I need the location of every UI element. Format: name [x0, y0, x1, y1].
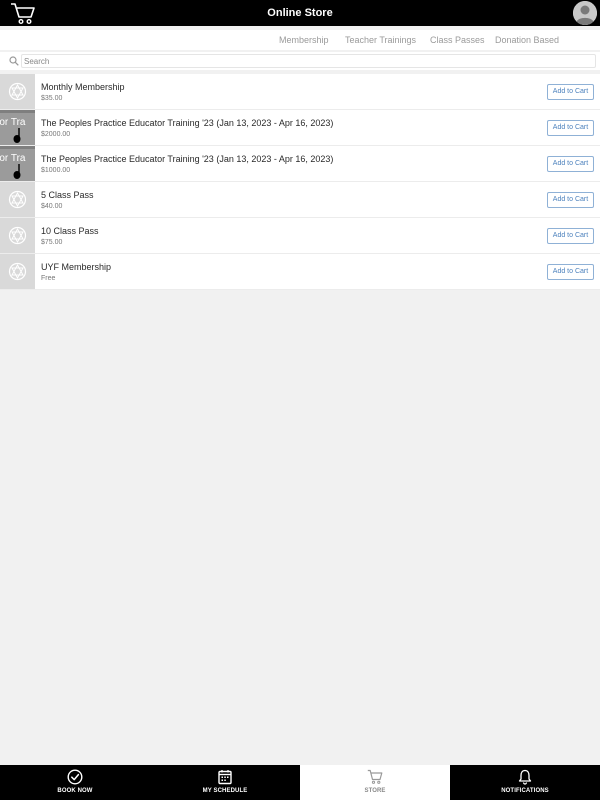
- cart-icon: [367, 769, 383, 784]
- add-to-cart-button[interactable]: Add to Cart: [547, 156, 594, 172]
- category-tabs: Membership Teacher Trainings Class Passe…: [0, 30, 600, 50]
- product-price: Free: [41, 275, 56, 282]
- product-price: $35.00: [41, 95, 63, 102]
- avatar[interactable]: [573, 1, 597, 25]
- product-price: $2000.00: [41, 131, 71, 138]
- search-icon: [9, 56, 19, 66]
- product-thumbnail: [0, 254, 35, 289]
- product-thumbnail: [0, 182, 35, 217]
- logo-icon: [8, 190, 27, 209]
- top-bar: Online Store: [0, 0, 600, 26]
- logo-icon: [8, 226, 27, 245]
- nav-label: BOOK NOW: [57, 788, 93, 794]
- search-bar: [0, 52, 600, 70]
- nav-store[interactable]: STORE: [300, 765, 450, 800]
- product-name: 5 Class Pass: [41, 190, 94, 200]
- logo-icon: [8, 262, 27, 281]
- calendar-icon: [218, 770, 232, 785]
- add-to-cart-button[interactable]: Add to Cart: [547, 264, 594, 280]
- list-item[interactable]: ator Tra The Peoples Practice Educator T…: [0, 146, 600, 182]
- nav-book-now[interactable]: BOOK NOW: [0, 765, 150, 800]
- product-thumbnail: ator Tra: [0, 146, 35, 181]
- tab-teacher-trainings[interactable]: Teacher Trainings: [345, 30, 416, 50]
- bottom-nav: BOOK NOW MY SCHEDULE STORE NOTIFICATIONS: [0, 765, 600, 800]
- product-thumbnail: ator Tra: [0, 110, 35, 145]
- product-name: 10 Class Pass: [41, 226, 99, 236]
- product-price: $40.00: [41, 203, 63, 210]
- add-to-cart-button[interactable]: Add to Cart: [547, 84, 594, 100]
- tab-donation-based[interactable]: Donation Based: [495, 30, 559, 50]
- product-list: Monthly Membership $35.00 Add to Cart at…: [0, 74, 600, 290]
- bell-icon: [518, 769, 532, 785]
- nav-label: NOTIFICATIONS: [501, 788, 549, 794]
- nav-notifications[interactable]: NOTIFICATIONS: [450, 765, 600, 800]
- tab-membership[interactable]: Membership: [279, 30, 329, 50]
- product-name: The Peoples Practice Educator Training '…: [41, 154, 334, 164]
- list-item[interactable]: 5 Class Pass $40.00 Add to Cart: [0, 182, 600, 218]
- product-thumbnail: [0, 74, 35, 109]
- product-name: Monthly Membership: [41, 82, 125, 92]
- nav-label: MY SCHEDULE: [202, 788, 248, 794]
- search-input[interactable]: [21, 54, 596, 68]
- product-price: $75.00: [41, 239, 63, 246]
- product-name: The Peoples Practice Educator Training '…: [41, 118, 334, 128]
- add-to-cart-button[interactable]: Add to Cart: [547, 228, 594, 244]
- page-title: Online Store: [267, 7, 333, 19]
- add-to-cart-button[interactable]: Add to Cart: [547, 120, 594, 136]
- list-item[interactable]: Monthly Membership $35.00 Add to Cart: [0, 74, 600, 110]
- list-item[interactable]: 10 Class Pass $75.00 Add to Cart: [0, 218, 600, 254]
- list-item[interactable]: ator Tra The Peoples Practice Educator T…: [0, 110, 600, 146]
- check-circle-icon: [67, 769, 83, 785]
- product-name: UYF Membership: [41, 262, 112, 272]
- nav-label: STORE: [364, 788, 386, 794]
- figure-icon: [13, 164, 21, 179]
- product-thumbnail: [0, 218, 35, 253]
- add-to-cart-button[interactable]: Add to Cart: [547, 192, 594, 208]
- user-icon: [573, 1, 597, 25]
- product-price: $1000.00: [41, 167, 71, 174]
- figure-icon: [13, 128, 21, 143]
- nav-my-schedule[interactable]: MY SCHEDULE: [150, 765, 300, 800]
- tab-class-passes[interactable]: Class Passes: [430, 30, 485, 50]
- list-item[interactable]: UYF Membership Free Add to Cart: [0, 254, 600, 290]
- logo-icon: [8, 82, 27, 101]
